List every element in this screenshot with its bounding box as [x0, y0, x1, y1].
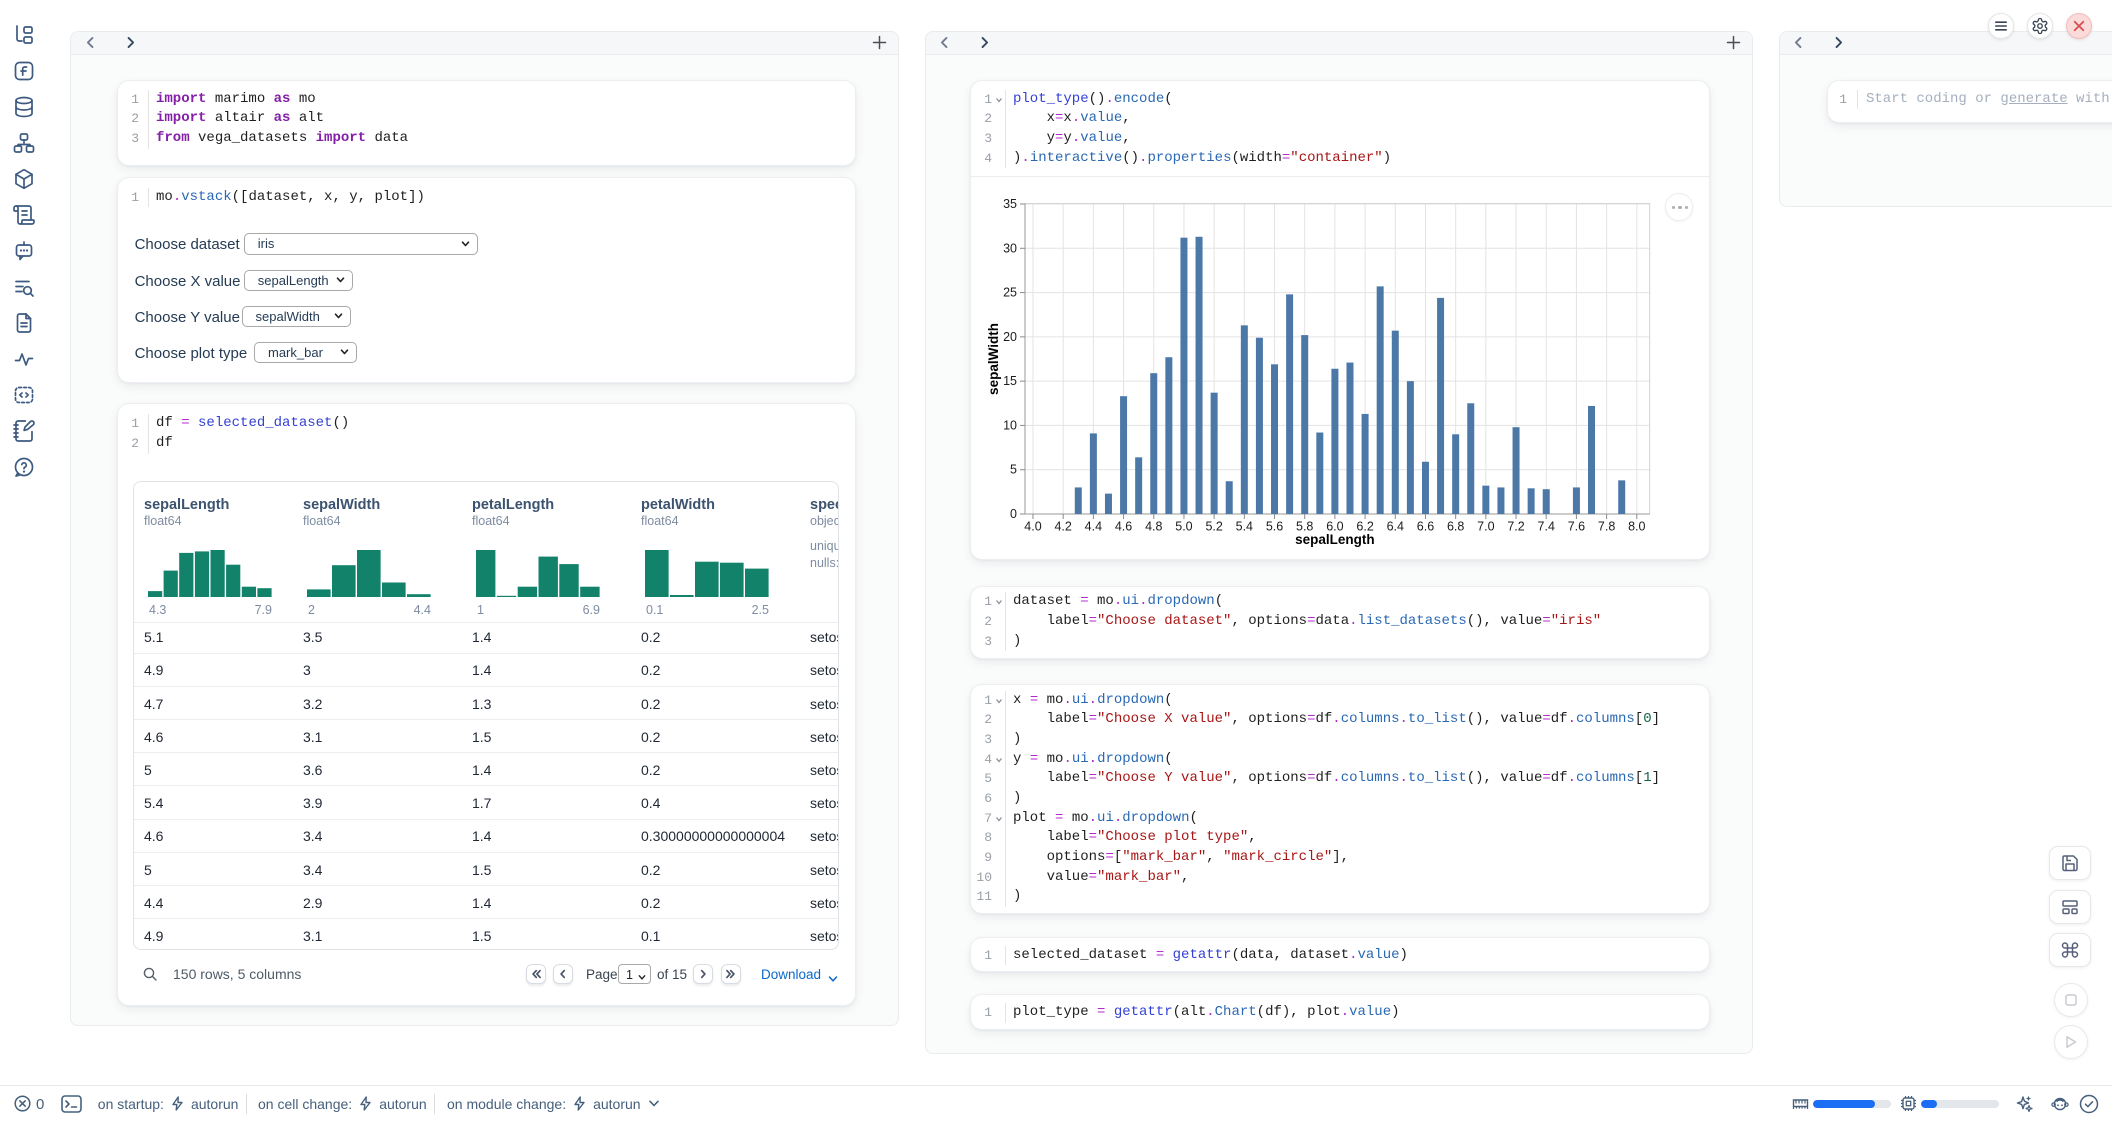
svg-text:0: 0 — [1010, 507, 1017, 521]
svg-text:6.6: 6.6 — [1417, 520, 1434, 534]
svg-text:4.8: 4.8 — [1145, 520, 1162, 534]
svg-text:4.4: 4.4 — [1085, 520, 1102, 534]
svg-text:20: 20 — [1003, 330, 1017, 344]
svg-text:7.6: 7.6 — [1568, 520, 1585, 534]
svg-text:6.8: 6.8 — [1447, 520, 1464, 534]
svg-text:7.2: 7.2 — [1507, 520, 1524, 534]
svg-text:8.0: 8.0 — [1628, 520, 1645, 534]
svg-text:5.2: 5.2 — [1205, 520, 1222, 534]
svg-text:4.0: 4.0 — [1024, 520, 1041, 534]
svg-text:sepalLength: sepalLength — [1295, 532, 1375, 547]
svg-text:sepalWidth: sepalWidth — [986, 323, 1001, 395]
svg-text:5.6: 5.6 — [1266, 520, 1283, 534]
svg-text:4.6: 4.6 — [1115, 520, 1132, 534]
svg-text:7.0: 7.0 — [1477, 520, 1494, 534]
svg-text:5.0: 5.0 — [1175, 520, 1192, 534]
svg-text:30: 30 — [1003, 241, 1017, 255]
svg-text:15: 15 — [1003, 374, 1017, 388]
svg-text:7.4: 7.4 — [1538, 520, 1555, 534]
svg-text:7.8: 7.8 — [1598, 520, 1615, 534]
svg-text:4.2: 4.2 — [1054, 520, 1071, 534]
svg-text:25: 25 — [1003, 286, 1017, 300]
svg-text:6.4: 6.4 — [1387, 520, 1404, 534]
svg-text:35: 35 — [1003, 197, 1017, 211]
svg-text:10: 10 — [1003, 418, 1017, 432]
svg-text:5: 5 — [1010, 463, 1017, 477]
svg-text:5.4: 5.4 — [1236, 520, 1253, 534]
